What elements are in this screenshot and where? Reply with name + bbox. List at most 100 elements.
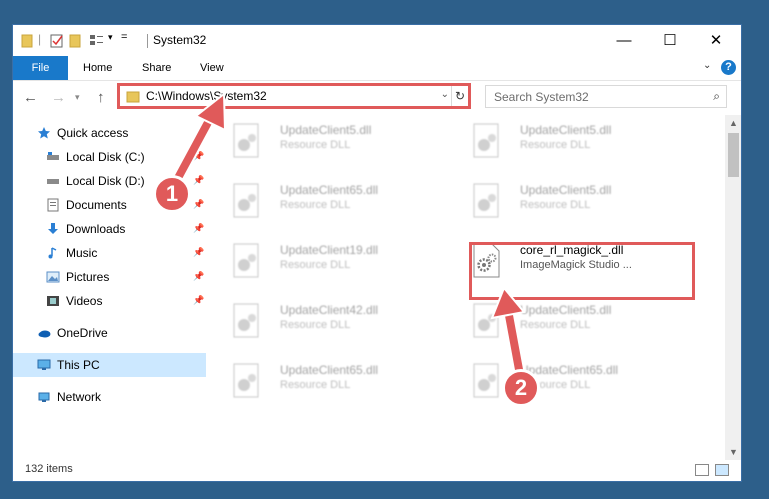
sidebar-item-videos[interactable]: Videos 📌 (13, 289, 206, 313)
title-separator (147, 34, 148, 48)
callout-1: 1 (153, 175, 191, 213)
sidebar-item-label: Quick access (57, 126, 129, 140)
sidebar-item-quick-access[interactable]: Quick access (13, 121, 206, 145)
pin-icon: 📌 (193, 247, 205, 257)
properties-icon[interactable] (49, 33, 65, 49)
tab-home[interactable]: Home (83, 56, 112, 80)
drive-icon (47, 152, 59, 160)
pin-icon: 📌 (193, 271, 205, 281)
close-button[interactable]: ✕ (693, 25, 739, 56)
tab-share[interactable]: Share (142, 56, 171, 80)
scrollbar[interactable]: ▲ ▼ (725, 115, 741, 460)
explorer-window: | ▾ = System32 — ☐ ✕ File Home Share Vie… (12, 24, 742, 482)
separator: | (38, 32, 42, 46)
scroll-thumb[interactable] (728, 133, 739, 177)
tab-view[interactable]: View (200, 56, 224, 80)
computer-icon (37, 359, 51, 370)
sidebar-item-label: Music (66, 246, 98, 260)
details-view-icon[interactable] (695, 464, 709, 476)
search-box[interactable]: Search System32 ⌕ (485, 85, 727, 108)
minimize-button[interactable]: — (601, 25, 647, 56)
list-item[interactable]: UpdateClient5.dll Resource DLL (458, 115, 668, 167)
search-input[interactable]: Search System32 (494, 90, 589, 104)
file-name: UpdateClient5.dll (520, 303, 612, 317)
back-icon[interactable]: ← (23, 89, 38, 106)
expand-ribbon-icon[interactable]: ⌄ (703, 60, 711, 71)
list-item[interactable]: UpdateClient5.dll Resource DLL (458, 295, 668, 347)
scroll-up-icon[interactable]: ▲ (729, 118, 738, 128)
list-item[interactable]: UpdateClient65.dll Resource DLL (218, 175, 428, 227)
dll-file-icon (233, 183, 259, 218)
network-icon (38, 392, 50, 402)
status-bar: 132 items (13, 460, 741, 481)
dll-file-icon (233, 303, 259, 338)
music-icon (48, 247, 57, 259)
folder-icon (21, 34, 33, 48)
list-item[interactable]: UpdateClient65.dll Resource DLL (218, 355, 428, 407)
file-name: UpdateClient19.dll (280, 243, 379, 257)
list-item[interactable]: UpdateClient5.dll Resource DLL (458, 175, 668, 227)
pictures-icon (46, 271, 60, 283)
file-type: Resource DLL (280, 319, 351, 331)
sidebar-item-network[interactable]: Network (13, 385, 206, 409)
sidebar-item-label: Pictures (66, 270, 110, 284)
sidebar-item-onedrive[interactable]: OneDrive (13, 321, 206, 345)
up-icon[interactable]: ↑ (97, 89, 105, 106)
downloads-icon (48, 223, 58, 234)
sidebar-item-downloads[interactable]: Downloads 📌 (13, 217, 206, 241)
file-type: Resource DLL (280, 139, 351, 151)
sidebar-item-music[interactable]: Music 📌 (13, 241, 206, 265)
help-icon[interactable]: ? (721, 60, 736, 75)
customize-quick-access-icon[interactable]: = (121, 31, 127, 47)
sidebar-item-label: This PC (57, 358, 100, 372)
forward-icon[interactable]: → (51, 89, 66, 106)
large-icons-view-icon[interactable] (715, 464, 729, 476)
sidebar-item-label: Documents (66, 198, 127, 212)
sidebar-item-label: Network (57, 390, 102, 404)
address-highlight-box (117, 83, 471, 109)
list-item[interactable]: UpdateClient65.dll Resource DLL (458, 355, 668, 407)
recent-locations-icon[interactable]: ▾ (75, 92, 80, 103)
sidebar-item-label: Videos (66, 294, 103, 308)
dll-file-icon (473, 183, 499, 218)
tab-file[interactable]: File (13, 56, 68, 80)
file-type: Resource DLL (280, 199, 351, 211)
item-count: 132 items (25, 463, 73, 475)
sidebar-item-pictures[interactable]: Pictures 📌 (13, 265, 206, 289)
sidebar-item-label: OneDrive (57, 326, 108, 340)
dll-file-icon (233, 363, 259, 398)
scroll-down-icon[interactable]: ▼ (729, 447, 738, 457)
file-type: Resource DLL (280, 259, 351, 271)
new-folder-icon[interactable] (69, 33, 85, 49)
dll-file-icon (233, 123, 259, 158)
list-item[interactable]: UpdateClient5.dll Resource DLL (218, 115, 428, 167)
dll-file-icon (473, 303, 499, 338)
list-item[interactable]: UpdateClient42.dll Resource DLL (218, 295, 428, 347)
maximize-button[interactable]: ☐ (647, 25, 693, 56)
sidebar-item-label: Local Disk (C:) (66, 150, 145, 164)
file-name: UpdateClient65.dll (280, 183, 379, 197)
dll-file-icon (473, 363, 499, 398)
cloud-icon (38, 330, 51, 338)
videos-icon (47, 296, 59, 306)
documents-icon (47, 198, 59, 212)
drive-icon (47, 179, 59, 184)
pin-icon: 📌 (193, 151, 205, 161)
dll-file-icon (233, 243, 259, 278)
sidebar-item-this-pc[interactable]: This PC (13, 353, 206, 377)
list-item[interactable]: UpdateClient19.dll Resource DLL (218, 235, 428, 287)
file-type: Resource DLL (280, 379, 351, 391)
search-icon[interactable]: ⌕ (713, 89, 720, 104)
view-options-icon[interactable] (89, 33, 105, 49)
pin-icon: 📌 (193, 223, 205, 233)
file-type: Resource DLL (520, 199, 591, 211)
window-title: System32 (153, 33, 207, 47)
sidebar-item-local-disk-c[interactable]: Local Disk (C:) 📌 (13, 145, 206, 169)
chevron-down-icon[interactable]: ▾ (108, 32, 113, 48)
file-name: UpdateClient5.dll (520, 183, 612, 197)
ribbon: File Home Share View ⌄ ? (13, 56, 741, 81)
callout-2: 2 (502, 369, 540, 407)
dll-file-icon (473, 123, 499, 158)
sidebar-item-label: Downloads (66, 222, 126, 236)
sidebar-item-label: Local Disk (D:) (66, 174, 145, 188)
